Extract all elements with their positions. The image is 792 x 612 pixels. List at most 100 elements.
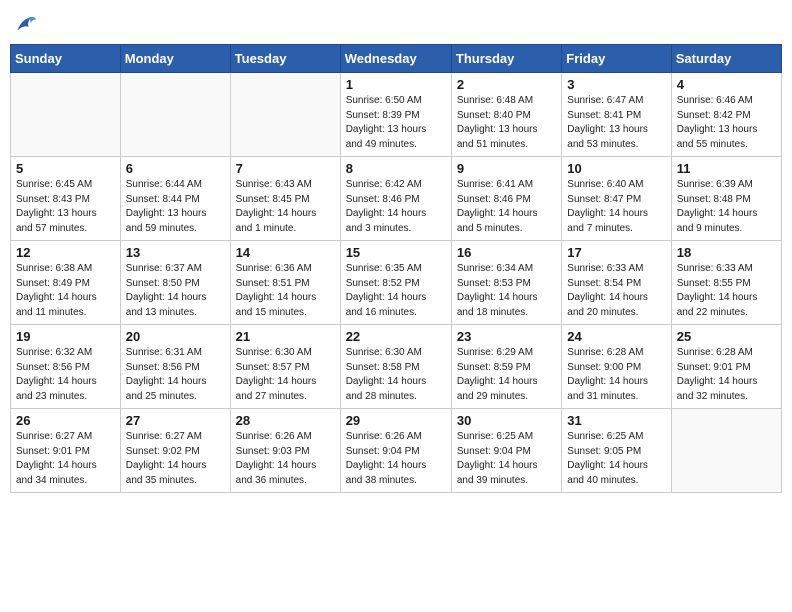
calendar-cell: 2 Sunrise: 6:48 AM Sunset: 8:40 PM Daylig… xyxy=(451,73,561,157)
calendar-header-tuesday: Tuesday xyxy=(230,45,340,73)
calendar-cell: 17 Sunrise: 6:33 AM Sunset: 8:54 PM Dayli… xyxy=(562,241,671,325)
calendar-cell: 30Sunrise: 6:25 AM Sunset: 9:04 PM Dayli… xyxy=(451,409,561,493)
day-info: Sunrise: 6:26 AM Sunset: 9:03 PM Dayligh… xyxy=(236,430,335,488)
day-number: 14 xyxy=(236,245,335,260)
day-number: 1 xyxy=(346,77,446,92)
day-number: 13 xyxy=(126,245,225,260)
day-info: Sunrise: 6:29 AM Sunset: 8:59 PM Dayligh… xyxy=(457,346,556,404)
day-info: Sunrise: 6:32 AM Sunset: 8:56 PM Dayligh… xyxy=(16,346,115,404)
day-info: Sunrise: 6:35 AM Sunset: 8:52 PM Dayligh… xyxy=(346,262,446,320)
calendar-cell: 22Sunrise: 6:30 AM Sunset: 8:58 PM Dayli… xyxy=(340,325,451,409)
day-number: 27 xyxy=(126,413,225,428)
day-info: Sunrise: 6:34 AM Sunset: 8:53 PM Dayligh… xyxy=(457,262,556,320)
day-number: 3 xyxy=(567,77,665,92)
calendar-cell: 5 Sunrise: 6:45 AM Sunset: 8:43 PM Daylig… xyxy=(11,157,121,241)
calendar-cell: 7 Sunrise: 6:43 AM Sunset: 8:45 PM Daylig… xyxy=(230,157,340,241)
calendar-cell: 25 Sunrise: 6:28 AM Sunset: 9:01 PM Dayli… xyxy=(671,325,781,409)
day-number: 17 xyxy=(567,245,665,260)
day-number: 18 xyxy=(677,245,776,260)
calendar-cell: 15 Sunrise: 6:35 AM Sunset: 8:52 PM Dayli… xyxy=(340,241,451,325)
calendar-cell: 16 Sunrise: 6:34 AM Sunset: 8:53 PM Dayli… xyxy=(451,241,561,325)
calendar-cell: 26 Sunrise: 6:27 AM Sunset: 9:01 PM Dayli… xyxy=(11,409,121,493)
day-info: Sunrise: 6:47 AM Sunset: 8:41 PM Dayligh… xyxy=(567,94,665,152)
calendar-cell: 29Sunrise: 6:26 AM Sunset: 9:04 PM Dayli… xyxy=(340,409,451,493)
calendar-header-thursday: Thursday xyxy=(451,45,561,73)
calendar-week-row: 5 Sunrise: 6:45 AM Sunset: 8:43 PM Daylig… xyxy=(11,157,782,241)
calendar-header-sunday: Sunday xyxy=(11,45,121,73)
day-info: Sunrise: 6:45 AM Sunset: 8:43 PM Dayligh… xyxy=(16,178,115,236)
day-info: Sunrise: 6:27 AM Sunset: 9:01 PM Dayligh… xyxy=(16,430,115,488)
day-number: 21 xyxy=(236,329,335,344)
page-header xyxy=(10,10,782,38)
day-info: Sunrise: 6:33 AM Sunset: 8:55 PM Dayligh… xyxy=(677,262,776,320)
calendar-header-monday: Monday xyxy=(120,45,230,73)
calendar-cell: 18 Sunrise: 6:33 AM Sunset: 8:55 PM Dayli… xyxy=(671,241,781,325)
calendar-cell: 6Sunrise: 6:44 AM Sunset: 8:44 PM Daylig… xyxy=(120,157,230,241)
calendar-cell xyxy=(120,73,230,157)
calendar-week-row: 26 Sunrise: 6:27 AM Sunset: 9:01 PM Dayli… xyxy=(11,409,782,493)
calendar-cell: 27Sunrise: 6:27 AM Sunset: 9:02 PM Dayli… xyxy=(120,409,230,493)
day-info: Sunrise: 6:44 AM Sunset: 8:44 PM Dayligh… xyxy=(126,178,225,236)
day-number: 31 xyxy=(567,413,665,428)
day-number: 26 xyxy=(16,413,115,428)
day-number: 25 xyxy=(677,329,776,344)
day-info: Sunrise: 6:41 AM Sunset: 8:46 PM Dayligh… xyxy=(457,178,556,236)
calendar-week-row: 1 Sunrise: 6:50 AM Sunset: 8:39 PM Daylig… xyxy=(11,73,782,157)
day-number: 5 xyxy=(16,161,115,176)
day-info: Sunrise: 6:25 AM Sunset: 9:04 PM Dayligh… xyxy=(457,430,556,488)
day-number: 16 xyxy=(457,245,556,260)
day-number: 23 xyxy=(457,329,556,344)
calendar-cell xyxy=(11,73,121,157)
day-info: Sunrise: 6:43 AM Sunset: 8:45 PM Dayligh… xyxy=(236,178,335,236)
calendar-cell: 24 Sunrise: 6:28 AM Sunset: 9:00 PM Dayli… xyxy=(562,325,671,409)
day-info: Sunrise: 6:48 AM Sunset: 8:40 PM Dayligh… xyxy=(457,94,556,152)
day-number: 11 xyxy=(677,161,776,176)
calendar-cell: 10Sunrise: 6:40 AM Sunset: 8:47 PM Dayli… xyxy=(562,157,671,241)
day-info: Sunrise: 6:30 AM Sunset: 8:57 PM Dayligh… xyxy=(236,346,335,404)
calendar-cell: 28 Sunrise: 6:26 AM Sunset: 9:03 PM Dayli… xyxy=(230,409,340,493)
day-info: Sunrise: 6:28 AM Sunset: 9:00 PM Dayligh… xyxy=(567,346,665,404)
day-info: Sunrise: 6:25 AM Sunset: 9:05 PM Dayligh… xyxy=(567,430,665,488)
calendar-cell: 19Sunrise: 6:32 AM Sunset: 8:56 PM Dayli… xyxy=(11,325,121,409)
day-info: Sunrise: 6:37 AM Sunset: 8:50 PM Dayligh… xyxy=(126,262,225,320)
day-info: Sunrise: 6:39 AM Sunset: 8:48 PM Dayligh… xyxy=(677,178,776,236)
day-info: Sunrise: 6:50 AM Sunset: 8:39 PM Dayligh… xyxy=(346,94,446,152)
calendar-cell: 31 Sunrise: 6:25 AM Sunset: 9:05 PM Dayli… xyxy=(562,409,671,493)
day-number: 20 xyxy=(126,329,225,344)
day-number: 7 xyxy=(236,161,335,176)
logo-icon xyxy=(10,10,38,38)
day-number: 9 xyxy=(457,161,556,176)
calendar-cell: 23 Sunrise: 6:29 AM Sunset: 8:59 PM Dayli… xyxy=(451,325,561,409)
calendar-cell: 8 Sunrise: 6:42 AM Sunset: 8:46 PM Daylig… xyxy=(340,157,451,241)
day-info: Sunrise: 6:33 AM Sunset: 8:54 PM Dayligh… xyxy=(567,262,665,320)
day-info: Sunrise: 6:42 AM Sunset: 8:46 PM Dayligh… xyxy=(346,178,446,236)
day-number: 24 xyxy=(567,329,665,344)
calendar-cell xyxy=(671,409,781,493)
day-number: 2 xyxy=(457,77,556,92)
calendar-cell: 11 Sunrise: 6:39 AM Sunset: 8:48 PM Dayli… xyxy=(671,157,781,241)
day-info: Sunrise: 6:36 AM Sunset: 8:51 PM Dayligh… xyxy=(236,262,335,320)
calendar-header-friday: Friday xyxy=(562,45,671,73)
day-info: Sunrise: 6:30 AM Sunset: 8:58 PM Dayligh… xyxy=(346,346,446,404)
day-number: 28 xyxy=(236,413,335,428)
day-number: 8 xyxy=(346,161,446,176)
logo xyxy=(10,10,42,38)
calendar-cell: 4Sunrise: 6:46 AM Sunset: 8:42 PM Daylig… xyxy=(671,73,781,157)
day-info: Sunrise: 6:38 AM Sunset: 8:49 PM Dayligh… xyxy=(16,262,115,320)
day-number: 12 xyxy=(16,245,115,260)
calendar-cell: 1 Sunrise: 6:50 AM Sunset: 8:39 PM Daylig… xyxy=(340,73,451,157)
day-info: Sunrise: 6:40 AM Sunset: 8:47 PM Dayligh… xyxy=(567,178,665,236)
calendar-cell: 13 Sunrise: 6:37 AM Sunset: 8:50 PM Dayli… xyxy=(120,241,230,325)
day-info: Sunrise: 6:28 AM Sunset: 9:01 PM Dayligh… xyxy=(677,346,776,404)
day-info: Sunrise: 6:31 AM Sunset: 8:56 PM Dayligh… xyxy=(126,346,225,404)
calendar-cell: 9 Sunrise: 6:41 AM Sunset: 8:46 PM Daylig… xyxy=(451,157,561,241)
calendar-cell: 14 Sunrise: 6:36 AM Sunset: 8:51 PM Dayli… xyxy=(230,241,340,325)
calendar-header-saturday: Saturday xyxy=(671,45,781,73)
calendar-header-row: SundayMondayTuesdayWednesdayThursdayFrid… xyxy=(11,45,782,73)
calendar-cell: 20 Sunrise: 6:31 AM Sunset: 8:56 PM Dayli… xyxy=(120,325,230,409)
calendar-cell xyxy=(230,73,340,157)
calendar-table: SundayMondayTuesdayWednesdayThursdayFrid… xyxy=(10,44,782,493)
day-number: 15 xyxy=(346,245,446,260)
day-info: Sunrise: 6:46 AM Sunset: 8:42 PM Dayligh… xyxy=(677,94,776,152)
calendar-week-row: 12 Sunrise: 6:38 AM Sunset: 8:49 PM Dayli… xyxy=(11,241,782,325)
